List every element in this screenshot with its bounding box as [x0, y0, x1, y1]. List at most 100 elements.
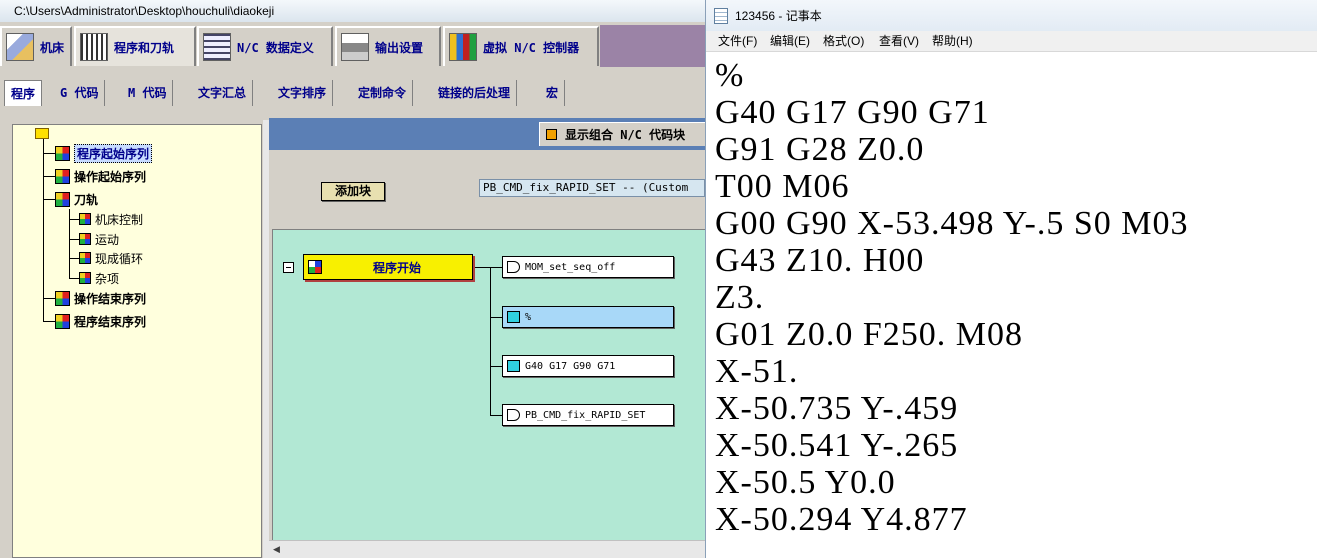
display-combined-nc-code-button[interactable]: 显示组合 N/C 代码块	[539, 122, 705, 146]
scroll-left-arrow-icon[interactable]: ◀	[273, 545, 280, 555]
tree-item-motion[interactable]: 运动	[79, 230, 119, 248]
horizontal-scrollbar[interactable]: ◀	[269, 540, 705, 558]
subtab-custom-command[interactable]: 定制命令	[358, 80, 414, 106]
hand-icon	[507, 409, 520, 421]
editor-header: 显示组合 N/C 代码块	[269, 118, 705, 150]
subtab-linked-posts[interactable]: 链接的后处理	[438, 80, 518, 106]
tree-item-miscellaneous[interactable]: 杂项	[79, 269, 119, 287]
sequence-editor: 显示组合 N/C 代码块 添加块 PB_CMD_fix_RAPID_SET --…	[269, 118, 705, 558]
collapse-toggle[interactable]	[283, 262, 294, 273]
menu-file[interactable]: 文件(F)	[718, 31, 757, 52]
tree-item-machine-control[interactable]: 机床控制	[79, 210, 143, 228]
tree-item-label: 刀轨	[74, 192, 99, 207]
tab-label: N/C 数据定义	[237, 40, 314, 55]
tree-item-label: 程序起始序列	[74, 143, 153, 163]
notepad-title: 123456 - 记事本	[735, 9, 822, 23]
tab-label: 输出设置	[375, 40, 424, 55]
tab-nc-data-definition[interactable]: N/C 数据定义	[197, 26, 333, 66]
tree-item-label: 机床控制	[95, 212, 144, 227]
block-label: %	[525, 311, 532, 323]
tree-item-label: 操作结束序列	[74, 291, 147, 306]
tab-bar-filler	[600, 25, 705, 67]
tree-item-program-start[interactable]: 程序起始序列	[55, 143, 153, 163]
window-title: C:\Users\Administrator\Desktop\houchuli\…	[0, 0, 705, 22]
sequence-icon	[55, 145, 70, 161]
code-line: X-50.294 Y4.877	[715, 501, 968, 538]
tree-item-program-end[interactable]: 程序结束序列	[55, 312, 146, 330]
subtab-g-code[interactable]: G 代码	[60, 80, 106, 106]
hand-icon	[507, 261, 520, 273]
tab-program-tool-path[interactable]: 程序和刀轨	[74, 26, 196, 66]
code-line: X-50.541 Y-.265	[715, 427, 959, 464]
sequence-icon	[55, 313, 70, 329]
code-line: T00 M06	[715, 168, 850, 205]
code-line: G43 Z10. H00	[715, 242, 925, 279]
nc-data-definition-icon	[203, 33, 231, 61]
code-line: X-51.	[715, 353, 799, 390]
block-label: MOM_set_seq_off	[525, 261, 616, 273]
tree-item-label: 杂项	[95, 271, 120, 286]
printer-icon	[341, 33, 369, 61]
tree-item-canned-cycles[interactable]: 现成循环	[79, 249, 143, 267]
menu-format[interactable]: 格式(O)	[823, 31, 864, 52]
notepad-window: 123456 - 记事本 文件(F) 编辑(E) 格式(O) 查看(V) 帮助(…	[705, 0, 1317, 558]
sequence-icon	[79, 272, 91, 284]
block-label: G40 G17 G90 G71	[525, 360, 616, 372]
sequence-tree: 程序起始序列 操作起始序列 刀轨 机床控制 运动 现成循环 杂项 操作结束序列	[12, 124, 262, 558]
orange-square-icon	[546, 129, 557, 140]
block-label: PB_CMD_fix_RAPID_SET	[525, 409, 646, 421]
sequence-canvas: 程序开始 MOM_set_seq_off % G40 G17 G90 G71 P…	[272, 229, 705, 540]
sub-tab-bar: 程序 G 代码 M 代码 文字汇总 文字排序 定制命令 链接的后处理 宏	[0, 76, 705, 108]
combo-button-label: 显示组合 N/C 代码块	[565, 128, 686, 142]
tab-output-settings[interactable]: 输出设置	[335, 26, 441, 66]
notepad-icon	[714, 7, 728, 24]
event-icon	[308, 260, 322, 274]
block-g40-g17-g90-g71[interactable]: G40 G17 G90 G71	[502, 355, 674, 377]
sequence-icon	[79, 252, 91, 264]
code-line: G01 Z0.0 F250. M08	[715, 316, 1023, 353]
tree-item-operation-end[interactable]: 操作结束序列	[55, 289, 146, 307]
menu-edit[interactable]: 编辑(E)	[770, 31, 810, 52]
block-percent[interactable]: %	[502, 306, 674, 328]
main-tab-bar: 机床 程序和刀轨 N/C 数据定义 输出设置 虚拟 N/C 控制器	[0, 22, 705, 70]
sequence-icon	[79, 233, 91, 245]
subtab-macro[interactable]: 宏	[546, 80, 566, 106]
menu-help[interactable]: 帮助(H)	[932, 31, 973, 52]
code-line: X-50.5 Y0.0	[715, 464, 896, 501]
code-line: G91 G28 Z0.0	[715, 131, 925, 168]
tree-item-label: 程序结束序列	[74, 314, 147, 329]
tree-item-operation-start[interactable]: 操作起始序列	[55, 167, 146, 185]
tree-item-label: 运动	[95, 232, 120, 247]
menu-view[interactable]: 查看(V)	[879, 31, 919, 52]
folder-icon	[35, 128, 49, 139]
machine-tool-icon	[6, 33, 34, 61]
subtab-word-summary[interactable]: 文字汇总	[198, 80, 254, 106]
subtab-program[interactable]: 程序	[4, 80, 43, 106]
code-line: G00 G90 X-53.498 Y-.5 S0 M03	[715, 205, 1189, 242]
code-line: %	[715, 57, 745, 94]
block-template-select[interactable]: PB_CMD_fix_RAPID_SET -- (Custom	[479, 179, 705, 197]
tree-item-label: 现成循环	[95, 251, 144, 266]
post-builder-window: C:\Users\Administrator\Desktop\houchuli\…	[0, 0, 705, 558]
code-line: X-50.735 Y-.459	[715, 390, 959, 427]
block-mom-set-seq-off[interactable]: MOM_set_seq_off	[502, 256, 674, 278]
sequence-icon	[79, 213, 91, 225]
notepad-text-area[interactable]: % G40 G17 G90 G71 G91 G28 Z0.0 T00 M06 G00 G…	[706, 53, 1317, 558]
notepad-menu-bar: 文件(F) 编辑(E) 格式(O) 查看(V) 帮助(H)	[706, 31, 1317, 52]
block-pb-cmd-fix-rapid-set[interactable]: PB_CMD_fix_RAPID_SET	[502, 404, 674, 426]
code-line: Z3.	[715, 279, 765, 316]
virtual-nc-controller-icon	[449, 33, 477, 61]
event-label: 程序开始	[372, 260, 421, 275]
subtab-word-sequencing[interactable]: 文字排序	[278, 80, 334, 106]
tab-virtual-nc-controller[interactable]: 虚拟 N/C 控制器	[443, 26, 599, 66]
add-block-button[interactable]: 添加块	[321, 182, 385, 201]
cube-icon	[507, 360, 520, 372]
tree-item-tool-path[interactable]: 刀轨	[55, 190, 98, 208]
subtab-m-code[interactable]: M 代码	[128, 80, 174, 106]
sequence-icon	[55, 191, 70, 207]
program-tool-path-icon	[80, 33, 108, 61]
code-line: G40 G17 G90 G71	[715, 94, 990, 131]
cube-icon	[507, 311, 520, 323]
program-start-event[interactable]: 程序开始	[303, 254, 473, 280]
tab-machine-tool[interactable]: 机床	[0, 26, 72, 66]
